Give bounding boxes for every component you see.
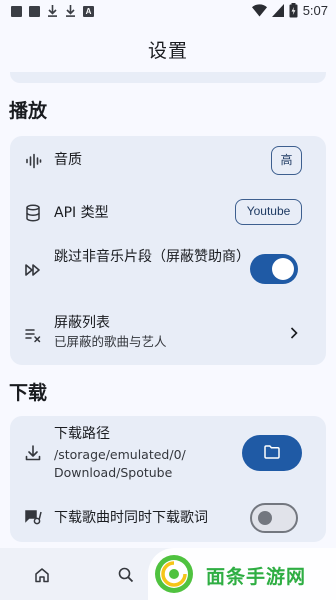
- playlist-remove-icon: [25, 329, 41, 343]
- setting-label: 跳过非音乐片段（屏蔽赞助商）: [54, 249, 250, 265]
- download-path-value: Download/Spotube: [54, 465, 173, 480]
- choose-folder-button[interactable]: [242, 435, 302, 471]
- setting-label: 音质: [54, 152, 82, 168]
- watermark-logo: [155, 555, 193, 593]
- download-icon: [25, 445, 41, 461]
- setting-row-quality[interactable]: 音质 高: [10, 136, 326, 186]
- signal-icon: [271, 4, 284, 17]
- square-icon: [29, 5, 40, 17]
- fast-forward-icon: [25, 264, 40, 276]
- search-icon[interactable]: [117, 566, 135, 584]
- playback-card: 音质 高 API 类型 Youtube 跳过非音乐片段（屏蔽赞助商） 屏蔽列表 …: [10, 136, 326, 365]
- folder-icon: [264, 445, 280, 459]
- setting-subtitle: 已屏蔽的歌曲与艺人: [54, 334, 167, 349]
- toggle-knob: [272, 258, 294, 280]
- clock: 5:07: [302, 3, 328, 18]
- download-lyrics-toggle[interactable]: [250, 503, 298, 533]
- quality-select[interactable]: 高: [271, 146, 302, 175]
- toggle-knob: [258, 511, 272, 525]
- lyrics-icon: [25, 510, 42, 525]
- download-icon: [66, 5, 75, 17]
- chevron-right-icon: [290, 327, 298, 339]
- setting-label: 屏蔽列表: [54, 315, 110, 331]
- download-path-value: /storage/emulated/0/: [54, 447, 186, 462]
- page-title: 设置: [147, 40, 188, 62]
- setting-label: API 类型: [54, 205, 109, 221]
- setting-label: 下载歌曲时同时下载歌词: [54, 510, 208, 526]
- home-icon[interactable]: [33, 566, 51, 584]
- wifi-icon: [251, 4, 267, 17]
- setting-row-api-type[interactable]: API 类型 Youtube: [10, 190, 326, 234]
- database-icon: [26, 204, 40, 222]
- battery-icon: [289, 3, 298, 18]
- setting-row-blocklist[interactable]: 屏蔽列表 已屏蔽的歌曲与艺人: [10, 306, 326, 362]
- previous-section-card: [10, 72, 326, 83]
- setting-row-skip-non-music[interactable]: 跳过非音乐片段（屏蔽赞助商）: [10, 238, 326, 302]
- setting-label: 下载路径: [54, 426, 110, 442]
- waveform-icon: [26, 153, 42, 169]
- square-icon: [11, 5, 22, 17]
- section-title-download: 下载: [9, 382, 48, 404]
- a-badge-icon: A: [83, 5, 94, 17]
- section-title-playback: 播放: [9, 100, 48, 122]
- download-icon: [48, 5, 57, 17]
- status-bar: A 5:07: [0, 0, 336, 24]
- notification-icons: A: [11, 5, 94, 17]
- watermark: 面条手游网: [148, 548, 336, 600]
- app-bar: 设置: [0, 24, 336, 78]
- setting-row-download-path[interactable]: 下载路径 /storage/emulated/0/ Download/Spotu…: [10, 416, 326, 492]
- download-card: 下载路径 /storage/emulated/0/ Download/Spotu…: [10, 416, 326, 542]
- skip-non-music-toggle[interactable]: [250, 254, 298, 284]
- setting-row-download-lyrics[interactable]: 下载歌曲时同时下载歌词: [10, 498, 326, 538]
- api-type-select[interactable]: Youtube: [235, 199, 302, 225]
- watermark-text: 面条手游网: [206, 566, 307, 588]
